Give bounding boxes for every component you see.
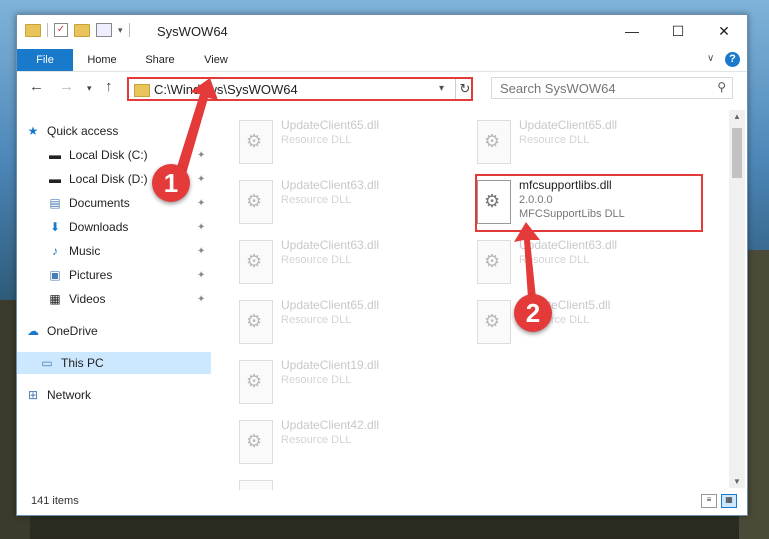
arrow-to-address-bar — [176, 78, 218, 174]
annotation-arrows — [176, 78, 540, 298]
arrow-to-file — [514, 222, 540, 298]
step-marker-2: 2 — [514, 294, 552, 332]
step-marker-1: 1 — [152, 164, 190, 202]
